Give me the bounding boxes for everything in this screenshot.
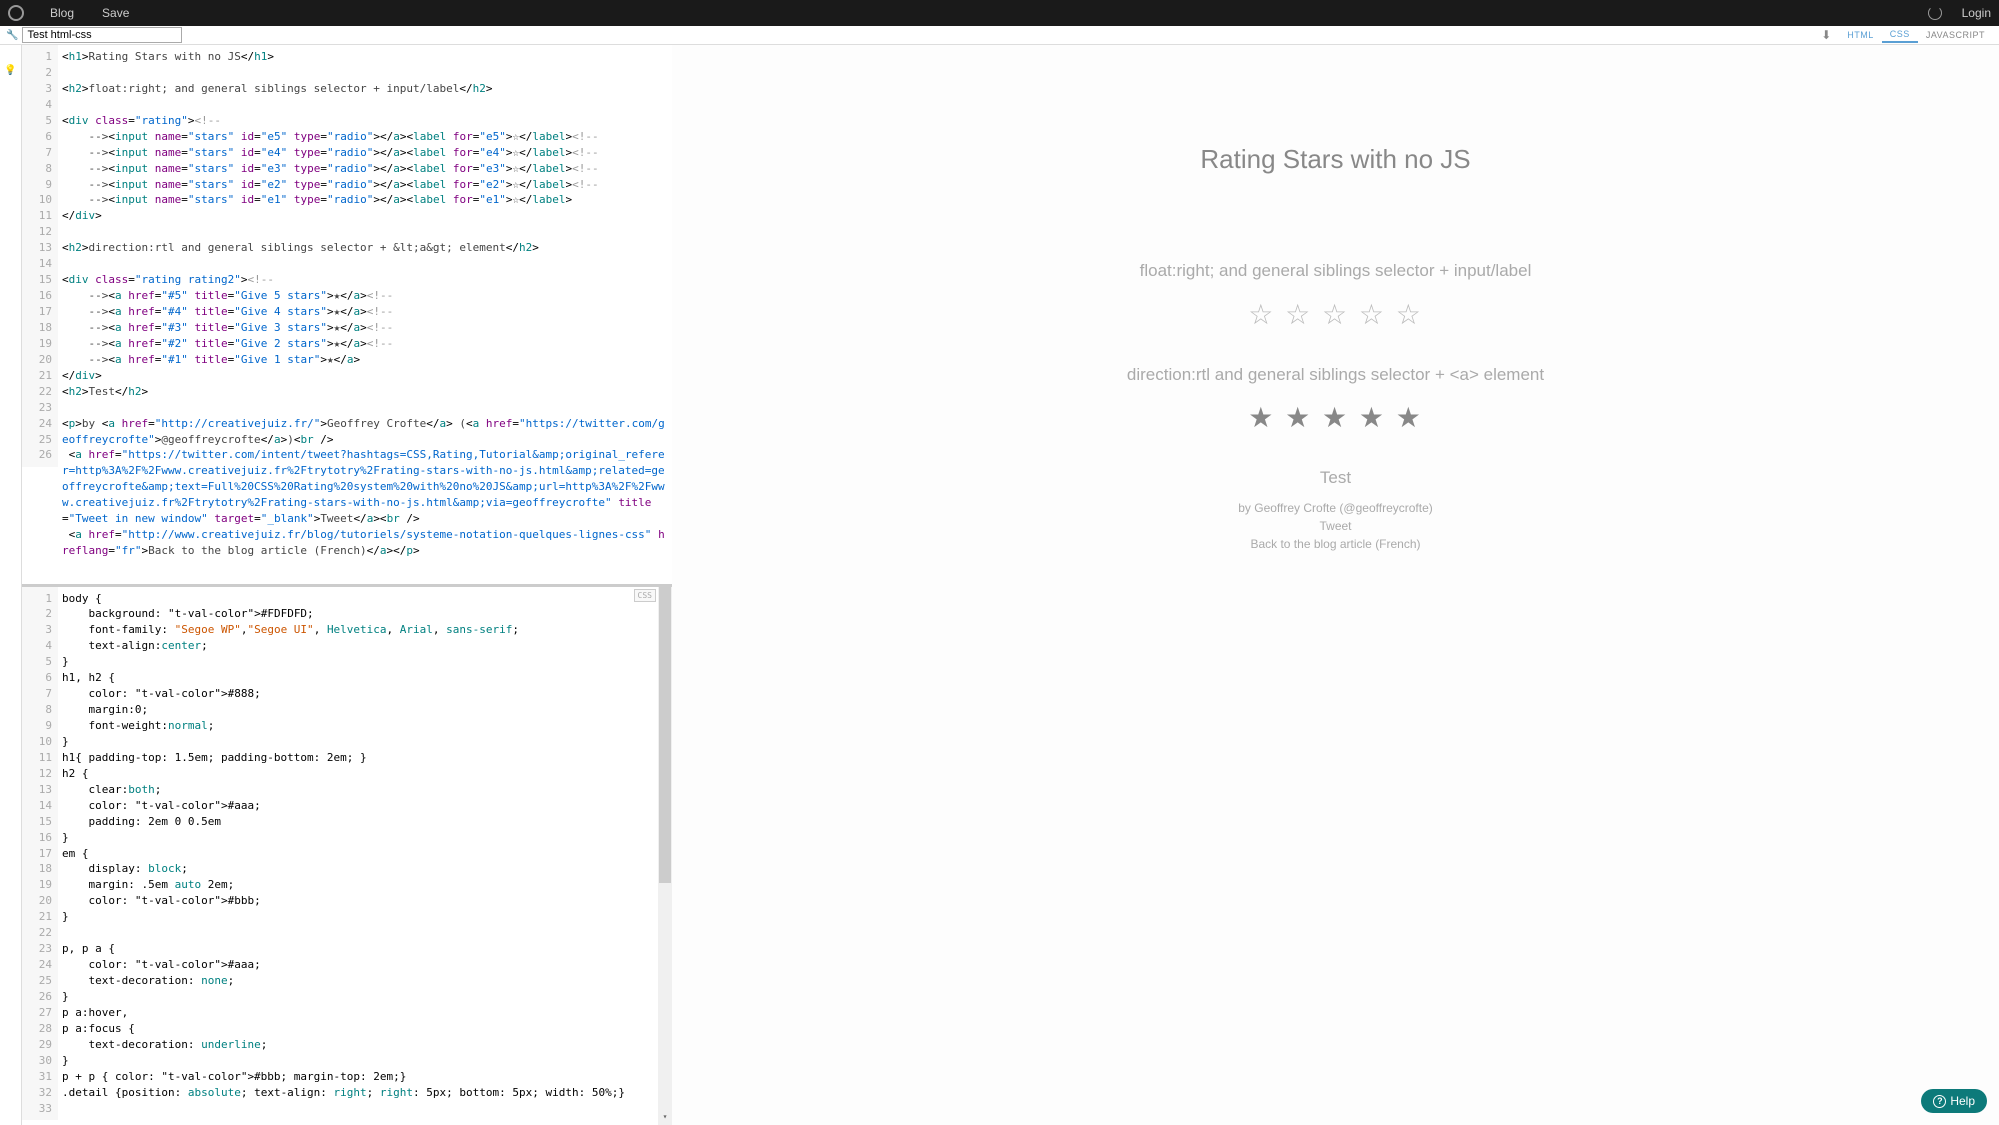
tweet-link[interactable]: Tweet	[1319, 519, 1351, 533]
preview-pane: Rating Stars with no JS float:right; and…	[672, 45, 1999, 1125]
preview-byline: by Geoffrey Crofte (@geoffreycrofte)	[672, 501, 1999, 515]
nav-save[interactable]: Save	[88, 6, 143, 20]
html-gutter: 1234567891011121314151617181920212223242…	[22, 45, 58, 467]
preview-h1: Rating Stars with no JS	[672, 105, 1999, 227]
tab-html[interactable]: HTML	[1839, 28, 1882, 42]
topbar: Blog Save Login	[0, 0, 1999, 26]
left-sidebar: 💡	[0, 45, 22, 1125]
handle-link[interactable]: @geoffreycrofte	[1343, 501, 1428, 515]
css-code[interactable]: body { background: "t-val-color">#FDFDFD…	[58, 587, 672, 1125]
bulb-icon[interactable]: 💡	[0, 65, 21, 76]
preview-h2-3: Test	[672, 434, 1999, 497]
nav-blog[interactable]: Blog	[36, 6, 88, 20]
css-editor[interactable]: CSS 123456789101112131415161718192021222…	[22, 584, 672, 1125]
nav-login[interactable]: Login	[1962, 6, 1991, 20]
help-icon: ?	[1933, 1095, 1946, 1108]
tab-javascript[interactable]: JAVASCRIPT	[1918, 28, 1993, 42]
logo-icon[interactable]	[8, 5, 24, 21]
author-link[interactable]: Geoffrey Crofte	[1254, 501, 1336, 515]
preview-h2-1: float:right; and general siblings select…	[672, 227, 1999, 290]
stars-filled[interactable]: ★ ★ ★ ★ ★	[1248, 401, 1423, 434]
html-code[interactable]: <h1>Rating Stars with no JS</h1> <h2>flo…	[58, 45, 672, 584]
title-input[interactable]	[22, 27, 182, 43]
tab-css[interactable]: CSS	[1882, 27, 1918, 43]
css-scrollbar[interactable]: ▾	[658, 587, 672, 1125]
html-editor[interactable]: 1234567891011121314151617181920212223242…	[22, 45, 672, 584]
help-button[interactable]: ? Help	[1921, 1089, 1987, 1113]
stars-empty[interactable]: ☆ ☆ ☆ ☆ ☆	[1248, 298, 1423, 331]
toolbar: 🔧 ⬇ HTML CSS JAVASCRIPT	[0, 26, 1999, 45]
css-gutter: 1234567891011121314151617181920212223242…	[22, 587, 58, 1121]
refresh-icon[interactable]	[1928, 6, 1942, 20]
download-icon[interactable]: ⬇	[1821, 28, 1831, 42]
preview-h2-2: direction:rtl and general siblings selec…	[672, 331, 1999, 394]
back-link[interactable]: Back to the blog article (French)	[1250, 537, 1420, 551]
wrench-icon[interactable]: 🔧	[6, 30, 18, 41]
